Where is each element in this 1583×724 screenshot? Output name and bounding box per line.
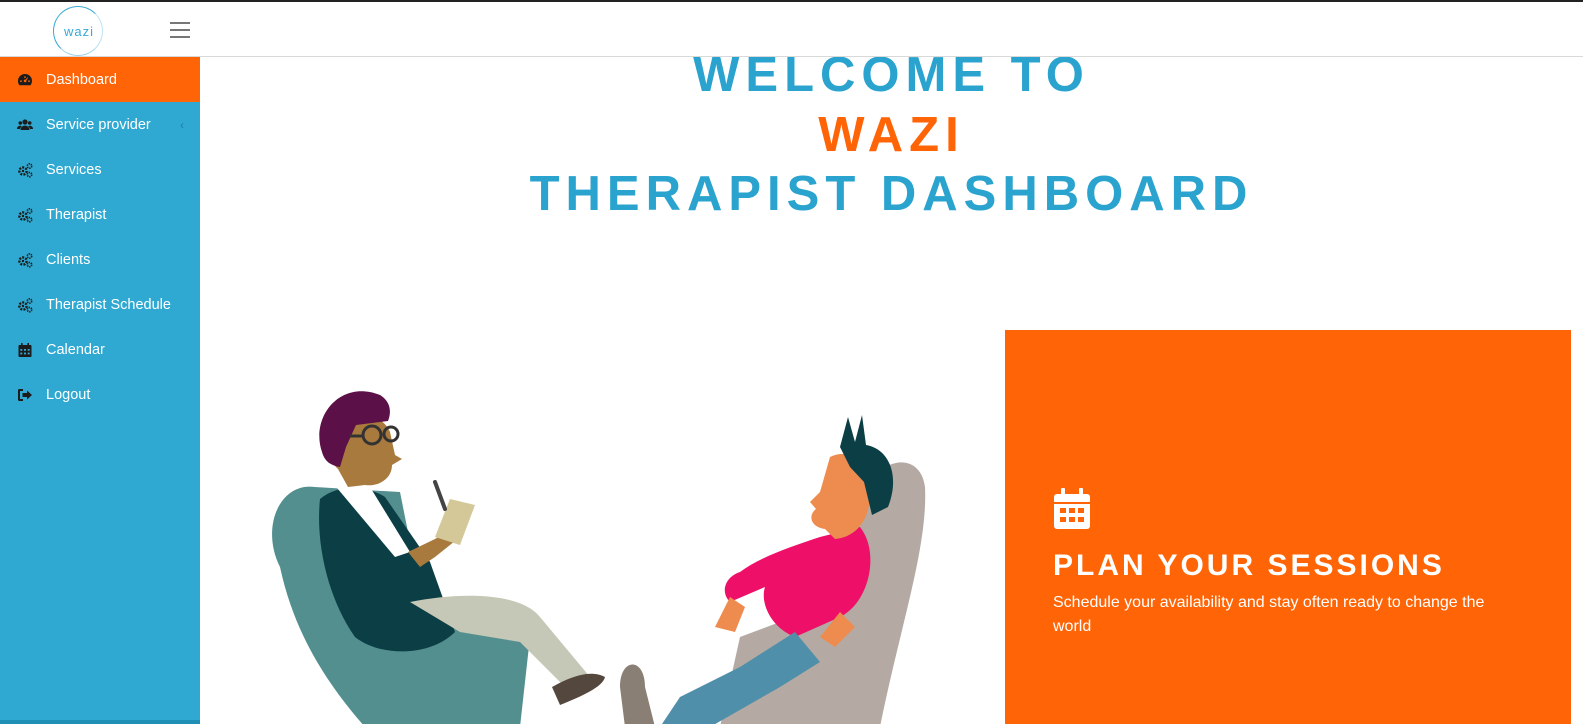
chevron-left-icon: ‹ (180, 117, 184, 132)
calendar-icon (1054, 488, 1090, 529)
cogs-icon (16, 251, 34, 269)
sidebar-bottom-edge (0, 720, 200, 724)
sidebar-item-dashboard[interactable]: Dashboard (0, 57, 200, 102)
sidebar-item-clients[interactable]: Clients (0, 237, 200, 282)
sidebar-item-service-provider[interactable]: Service provider ‹ (0, 102, 200, 147)
sidebar-item-logout[interactable]: Logout (0, 372, 200, 417)
promo-description: Schedule your availability and stay ofte… (1053, 594, 1485, 635)
headline-brand: WAZI (818, 108, 965, 162)
logout-icon (16, 386, 34, 404)
menu-toggle-icon[interactable] (170, 22, 190, 40)
cogs-icon (16, 206, 34, 224)
sidebar-item-therapist-schedule[interactable]: Therapist Schedule (0, 282, 200, 327)
cogs-icon (16, 296, 34, 314)
users-icon (16, 116, 34, 134)
logo-text: wazi (63, 23, 94, 39)
sidebar-item-label: Therapist (46, 206, 107, 223)
sidebar-item-label: Service provider (46, 116, 151, 133)
wazi-logo[interactable]: wazi (53, 6, 103, 56)
sidebar-item-therapist[interactable]: Therapist (0, 192, 200, 237)
sidebar-item-services[interactable]: Services (0, 147, 200, 192)
sidebar-item-label: Services (46, 161, 102, 178)
dashboard-icon (16, 71, 34, 89)
cogs-icon (16, 161, 34, 179)
top-bar: wazi (0, 0, 1583, 57)
sidebar-item-label: Clients (46, 251, 91, 268)
main-content: WELCOME TO WAZI THERAPIST DASHBOARD PLAN… (200, 57, 1583, 724)
promo-title: PLAN YOUR SESSIONS (1053, 549, 1445, 582)
plan-sessions-card[interactable]: PLAN YOUR SESSIONS Schedule your availab… (1005, 330, 1571, 724)
sidebar-item-label: Calendar (46, 341, 105, 358)
sidebar-item-label: Dashboard (46, 71, 117, 88)
sidebar-item-label: Therapist Schedule (46, 296, 171, 313)
sidebar: Dashboard Service provider ‹ Services Th… (0, 57, 200, 724)
calendar-icon (16, 341, 34, 359)
headline-dashboard: THERAPIST DASHBOARD (529, 167, 1254, 221)
sidebar-item-calendar[interactable]: Calendar (0, 327, 200, 372)
headline-welcome: WELCOME TO (693, 57, 1090, 102)
sidebar-item-label: Logout (46, 386, 91, 403)
therapy-session-illustration (272, 391, 926, 724)
